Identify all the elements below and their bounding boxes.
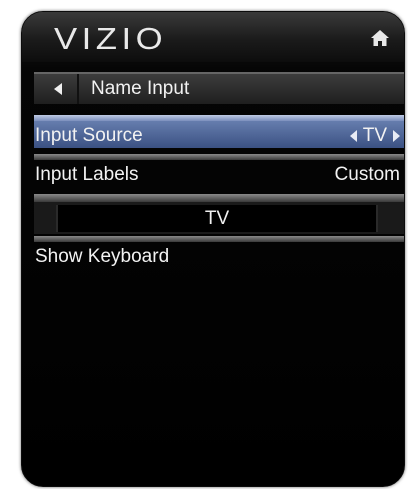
input-name-field[interactable]: TV [56, 205, 378, 232]
menu-item-label: Show Keyboard [35, 246, 170, 267]
menu-item-input-labels[interactable]: Input Labels Custom [34, 154, 404, 187]
menu-header: VIZIO [22, 12, 404, 62]
input-labels-value: Custom [334, 164, 400, 185]
nav-title: Name Input [91, 78, 190, 99]
input-source-selector[interactable]: TV [349, 125, 400, 147]
nav-separator [77, 74, 79, 104]
row-divider [34, 154, 404, 160]
row-divider [34, 115, 404, 121]
vizio-logo: VIZIO [54, 21, 168, 56]
menu-item-show-keyboard[interactable]: Show Keyboard [34, 236, 404, 269]
row-divider [34, 194, 404, 202]
home-icon[interactable] [370, 29, 390, 47]
back-arrow-icon[interactable] [54, 83, 62, 95]
tv-menu-panel: VIZIO Name Input Input Source TV Input L… [21, 11, 405, 487]
chevron-right-icon[interactable] [393, 130, 400, 142]
menu-item-label: Input Labels [35, 164, 139, 185]
row-divider [34, 236, 404, 242]
menu-item-label: Input Source [35, 125, 143, 146]
input-source-value: TV [362, 125, 387, 146]
back-nav-bar[interactable]: Name Input [34, 72, 404, 104]
menu-item-input-source[interactable]: Input Source TV [34, 115, 404, 148]
chevron-left-icon[interactable] [349, 130, 357, 142]
